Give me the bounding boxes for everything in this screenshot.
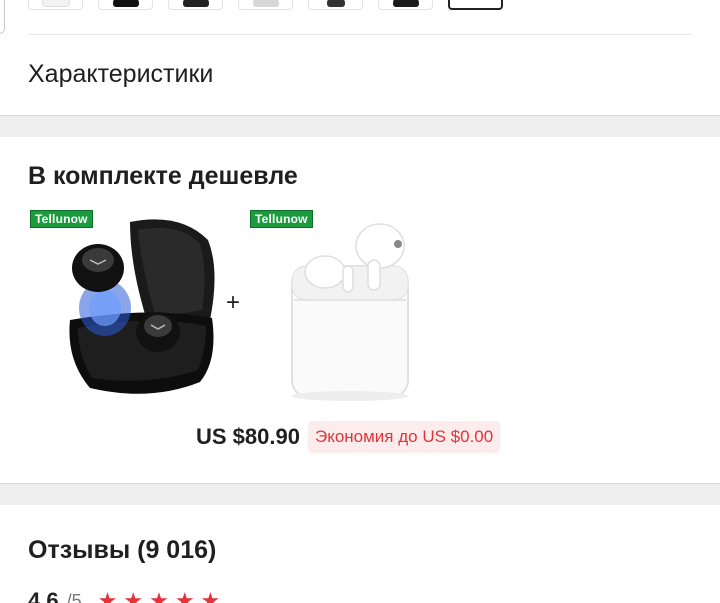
variant-thumb-white[interactable] [28, 0, 83, 10]
bundle-product-1[interactable]: Tellunow [30, 210, 220, 405]
section-separator [0, 483, 720, 505]
star-icon: ★ [97, 588, 118, 603]
bundle-section-title: В комплекте дешевле [28, 162, 298, 190]
section-separator [0, 115, 720, 137]
star-icon: ★ [174, 588, 195, 603]
bundle-price-row[interactable]: US $80.90 Экономия до US $0.00 [196, 421, 501, 453]
star-icon: ★ [149, 588, 169, 603]
rating-summary: 4.6 /5 ★ ★ ★ ★ ★ [28, 588, 220, 603]
variant-thumb-gray[interactable] [238, 0, 293, 10]
variant-thumbnails [28, 0, 503, 12]
black-earbuds-image [69, 219, 215, 394]
variant-thumb-black-3[interactable] [378, 0, 433, 10]
star-icon: ★ [200, 588, 221, 603]
variant-thumb-black[interactable] [98, 0, 153, 10]
bundle-price: US $80.90 [196, 424, 300, 449]
white-earbuds-image [291, 223, 409, 401]
variant-thumb-dark[interactable] [308, 0, 363, 10]
plus-icon: + [226, 289, 241, 316]
brand-badge: Tellunow [250, 210, 313, 228]
brand-badge: Tellunow [30, 210, 93, 228]
prev-image-edge[interactable] [0, 0, 5, 34]
rating-stars: ★ ★ ★ ★ ★ [98, 590, 221, 603]
divider [28, 34, 692, 35]
star-icon: ★ [123, 588, 144, 603]
rating-scale: /5 [66, 590, 82, 603]
rating-value: 4.6 [28, 588, 59, 603]
variant-thumb-black-2[interactable] [168, 0, 223, 10]
savings-badge: Экономия до US $0.00 [307, 421, 501, 453]
bundle-product-2[interactable]: Tellunow [250, 210, 440, 405]
variant-thumb-selected[interactable] [448, 0, 503, 10]
reviews-section-title[interactable]: Отзывы (9 016) [28, 536, 216, 565]
product-page: Характеристики В комплекте дешевле Tellu… [0, 0, 720, 603]
specifications-link[interactable]: Характеристики [28, 60, 213, 89]
